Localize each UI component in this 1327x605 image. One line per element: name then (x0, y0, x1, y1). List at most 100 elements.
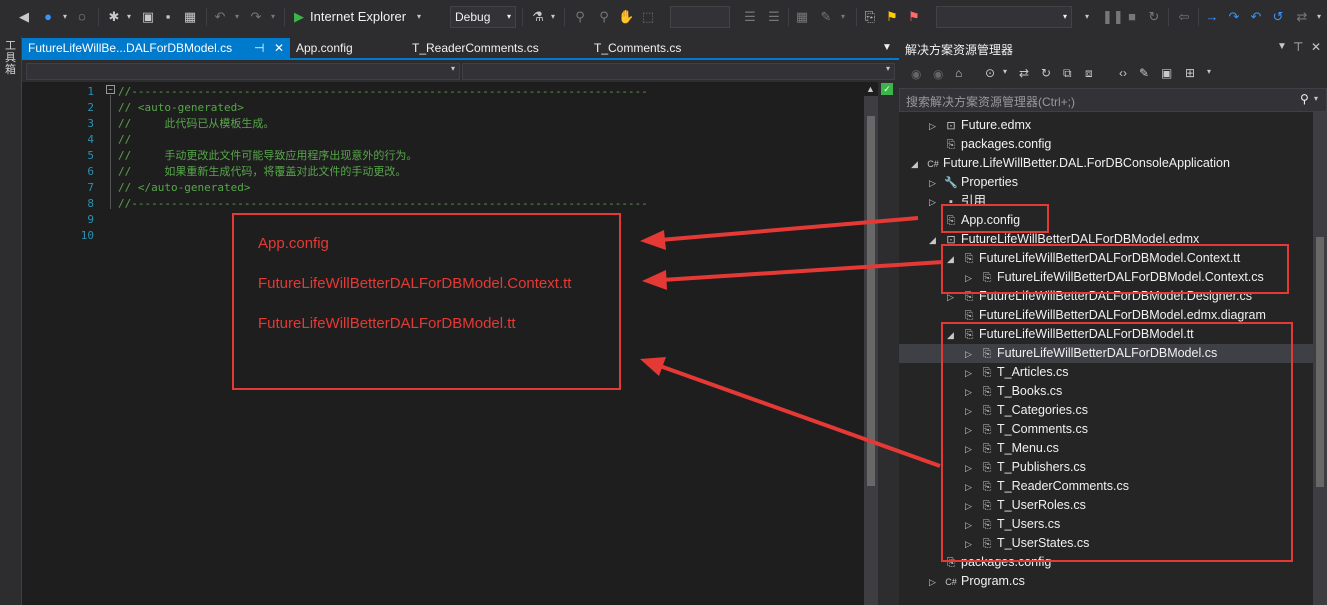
brush-dropdown-icon[interactable]: ▾ (838, 8, 848, 26)
sync-icon[interactable]: ⇄ (1019, 66, 1029, 80)
expand-arrow-icon[interactable]: ▷ (929, 174, 943, 193)
pause-icon[interactable]: ❚❚ (1102, 8, 1124, 26)
back-circle-icon[interactable]: ● (40, 8, 56, 26)
solution-explorer-scrollbar[interactable] (1313, 112, 1327, 605)
tree-node-properties[interactable]: ▷ 🔧 Properties (929, 173, 1018, 192)
bookmark-prev-icon[interactable]: ⚑ (884, 8, 900, 26)
breakpoints-icon[interactable]: ⇄ (1294, 8, 1310, 26)
split-scroll-icon[interactable]: ▲ (866, 84, 875, 94)
scroll-thumb[interactable] (867, 116, 875, 486)
collapse-all-icon[interactable]: ⧉ (1063, 66, 1072, 81)
target-combo[interactable]: ▾ (936, 6, 1072, 28)
redo-icon[interactable]: ↷ (248, 8, 264, 26)
undo-icon[interactable]: ↶ (212, 8, 228, 26)
back-icon[interactable]: ◉ (911, 67, 921, 81)
code-line[interactable]: // </auto-generated> (118, 180, 250, 196)
save-icon[interactable]: ▪ (160, 8, 176, 26)
window-menu-icon[interactable]: ▼ (1277, 41, 1287, 52)
solution-explorer-search[interactable]: 搜索解决方案资源管理器(Ctrl+;) ⚲ ▾ (899, 88, 1327, 112)
close-icon[interactable]: ✕ (274, 38, 284, 58)
bookmark-icon[interactable]: ⎘ (862, 8, 878, 26)
filter-dropdown-icon[interactable]: ▾ (1003, 67, 1007, 76)
toolbar-dropdown-icon[interactable]: ▾ (1207, 67, 1211, 76)
step-out-icon[interactable]: ↶ (1248, 8, 1264, 26)
back-dropdown-icon[interactable]: ▾ (60, 8, 70, 26)
pin-icon[interactable]: ⊣ (254, 38, 264, 58)
forward-icon[interactable]: ◌ (74, 8, 90, 26)
code-line[interactable]: //--------------------------------------… (118, 84, 648, 100)
step-back-icon[interactable]: ↺ (1270, 8, 1286, 26)
properties-icon[interactable]: ✎ (1139, 66, 1149, 80)
code-line[interactable]: // 如果重新生成代码，将覆盖对此文件的手动更改。 (118, 164, 406, 180)
show-next-statement-icon[interactable]: ⇦ (1176, 8, 1192, 26)
collapse-arrow-icon[interactable]: ◢ (911, 155, 925, 174)
pending-changes-icon[interactable]: ⊙ (985, 66, 995, 80)
navigate-back-icon[interactable]: ◀ (16, 8, 32, 26)
solution-tree[interactable]: ▷ ⊡ Future.edmx ⎘ packages.config ◢ C# Future… (899, 112, 1317, 605)
code-line[interactable]: // <auto-generated> (118, 100, 244, 116)
step-into-icon[interactable]: → (1204, 8, 1220, 26)
tab-overflow-icon[interactable]: ▼ (880, 38, 896, 58)
close-icon[interactable]: ✕ (1311, 40, 1321, 54)
find-combo[interactable] (670, 6, 730, 28)
type-navigation-select[interactable]: ▾ (26, 63, 460, 80)
tree-node-packages-config[interactable]: ⎘ packages.config (929, 135, 1052, 154)
member-navigation-select[interactable]: ▾ (462, 63, 895, 80)
undo-dropdown-icon[interactable]: ▾ (232, 8, 242, 26)
tree-node-project[interactable]: ◢ C# Future.LifeWillBetter.DAL.ForDBConsol… (911, 154, 1230, 173)
start-debug-icon[interactable]: ▶ (292, 8, 306, 26)
outdent-icon[interactable]: ☰ (766, 8, 782, 26)
save-all-icon[interactable]: ▦ (182, 8, 198, 26)
search-icon[interactable]: ⚲ (1300, 92, 1309, 106)
brush-icon[interactable]: ✎ (818, 8, 834, 26)
new-dropdown-icon[interactable]: ▾ (124, 8, 134, 26)
show-all-files-icon[interactable]: ⧈ (1085, 66, 1093, 81)
pin-icon[interactable]: ⊤ (1293, 40, 1303, 54)
tab-t-comments[interactable]: T_Comments.cs (584, 38, 764, 58)
open-file-icon[interactable]: ▣ (140, 8, 156, 26)
tab-t-readercomments[interactable]: T_ReaderComments.cs (402, 38, 584, 58)
code-line[interactable]: // 手动更改此文件可能导致应用程序出现意外的行为。 (118, 148, 417, 164)
find-icon[interactable]: ⚲ (572, 8, 588, 26)
preview-icon[interactable]: ▣ (1161, 66, 1172, 80)
new-project-icon[interactable]: ✱ (106, 8, 122, 26)
step-over-icon[interactable]: ↷ (1226, 8, 1242, 26)
expand-arrow-icon[interactable]: ▷ (929, 573, 943, 592)
code-line[interactable]: // 此代码已从模板生成。 (118, 116, 274, 132)
combo-dropdown-icon[interactable]: ▾ (1082, 8, 1092, 26)
platform-icon[interactable]: ⚗ (530, 8, 546, 26)
start-browser-button[interactable]: Internet Explorer (310, 8, 414, 26)
align-icon[interactable]: ☰ (742, 8, 758, 26)
code-line[interactable]: // (118, 132, 131, 148)
editor-navigation-bar: ▾ ▾ (22, 62, 899, 82)
expand-arrow-icon[interactable]: ▷ (929, 117, 943, 136)
find-next-icon[interactable]: ⚲ (596, 8, 612, 26)
view-code-icon[interactable]: ‹› (1119, 66, 1127, 80)
stop-icon[interactable]: ■ (1124, 8, 1140, 26)
solution-config-select[interactable]: Debug ▾ (450, 6, 516, 28)
tree-node-program-cs[interactable]: ▷ C# Program.cs (929, 572, 1025, 591)
toolbox-strip[interactable]: 工具箱 (0, 36, 22, 605)
tree-node-future-edmx[interactable]: ▷ ⊡ Future.edmx (929, 116, 1031, 135)
platform-dropdown-icon[interactable]: ▾ (548, 8, 558, 26)
scroll-thumb[interactable] (1316, 237, 1324, 487)
grid-icon[interactable]: ▦ (794, 8, 810, 26)
editor-vertical-scrollbar[interactable] (864, 96, 878, 605)
restart-icon[interactable]: ↻ (1146, 8, 1162, 26)
refresh-icon[interactable]: ↻ (1041, 66, 1051, 80)
class-diagram-icon[interactable]: ⊞ (1185, 66, 1195, 80)
browser-dropdown-icon[interactable]: ▾ (414, 8, 424, 26)
editor-tab-strip: FutureLifeWillBe...DALForDBModel.cs ⊣ ✕ … (22, 38, 899, 60)
redo-dropdown-icon[interactable]: ▾ (268, 8, 278, 26)
code-line[interactable]: //--------------------------------------… (118, 196, 648, 212)
tab-app-config[interactable]: App.config (290, 38, 402, 58)
toolbar-overflow-icon[interactable]: ▾ (1314, 8, 1324, 26)
tab-futurelifewillbetter-model-cs[interactable]: FutureLifeWillBe...DALForDBModel.cs ⊣ ✕ (22, 38, 290, 58)
home-icon[interactable]: ⌂ (955, 66, 962, 80)
hand-icon[interactable]: ✋ (618, 8, 634, 26)
pointer-icon[interactable]: ⬚ (640, 8, 656, 26)
forward-icon[interactable]: ◉ (933, 67, 943, 81)
bookmark-clear-icon[interactable]: ⚑ (906, 8, 922, 26)
search-options-icon[interactable]: ▾ (1314, 94, 1318, 103)
collapse-region-icon[interactable]: − (106, 85, 115, 94)
